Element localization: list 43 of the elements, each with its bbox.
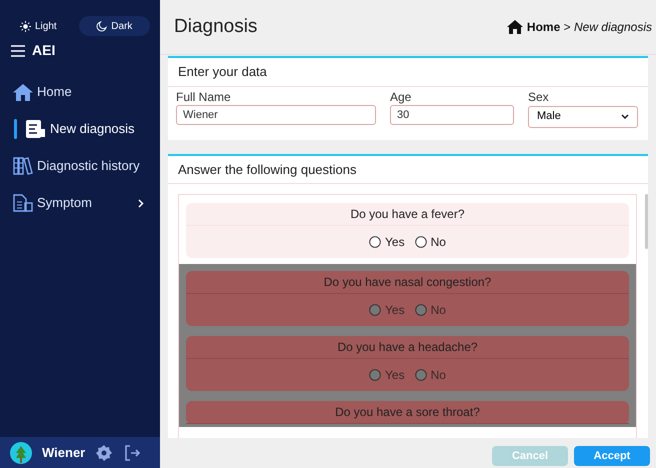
avatar-icon: [10, 442, 32, 464]
option-label: No: [430, 234, 446, 252]
nav-item[interactable]: New diagnosis: [0, 118, 160, 140]
breadcrumb: Home > New diagnosis: [526, 19, 652, 36]
chevron-down-icon: [621, 114, 629, 120]
gear-icon[interactable]: [95, 444, 114, 462]
books-icon: [13, 157, 33, 175]
input-field[interactable]: 30: [390, 104, 514, 125]
theme-toggle[interactable]: Light: [10, 16, 67, 36]
field-label: Age: [390, 88, 412, 105]
user-name: Wiener: [42, 444, 86, 462]
field-label: Full Name: [176, 88, 232, 105]
nav-item[interactable]: Diagnostic history: [0, 155, 160, 177]
option-label: Yes: [385, 367, 405, 384]
home-icon: [506, 20, 523, 34]
moon-icon: [96, 20, 108, 32]
input-field[interactable]: Wiener: [176, 104, 376, 125]
nav-item[interactable]: Symptom: [0, 192, 160, 214]
option-label: No: [430, 302, 446, 320]
nav-item[interactable]: Home: [0, 81, 160, 103]
home-icon: [13, 84, 33, 100]
document-icon: [26, 120, 46, 138]
app-name: AEI: [32, 41, 56, 60]
option-label: Yes: [385, 302, 405, 320]
radio-button[interactable]: [414, 236, 427, 248]
menu-icon[interactable]: [10, 44, 26, 56]
radio-button[interactable]: [369, 236, 382, 248]
card-title: Enter your data: [168, 58, 648, 87]
file-icon: [13, 194, 33, 212]
question-text: Do you have a fever?: [186, 203, 629, 226]
sex-dropdown[interactable]: Male: [528, 106, 638, 128]
logout-icon[interactable]: [123, 444, 142, 462]
page-title: Diagnosis: [174, 14, 258, 39]
question-text: Do you have a sore throat?: [186, 401, 629, 424]
theme-toggle[interactable]: Dark: [78, 16, 150, 36]
option-label: Yes: [385, 234, 405, 252]
scrollbar[interactable]: [645, 194, 648, 250]
question-text: Do you have a headache?: [186, 336, 629, 360]
card-title: Answer the following questions: [168, 156, 648, 184]
sun-icon: [20, 20, 31, 32]
field-label: Sex: [528, 88, 550, 105]
option-label: No: [430, 367, 446, 384]
question-text: Do you have nasal congestion?: [186, 271, 629, 294]
